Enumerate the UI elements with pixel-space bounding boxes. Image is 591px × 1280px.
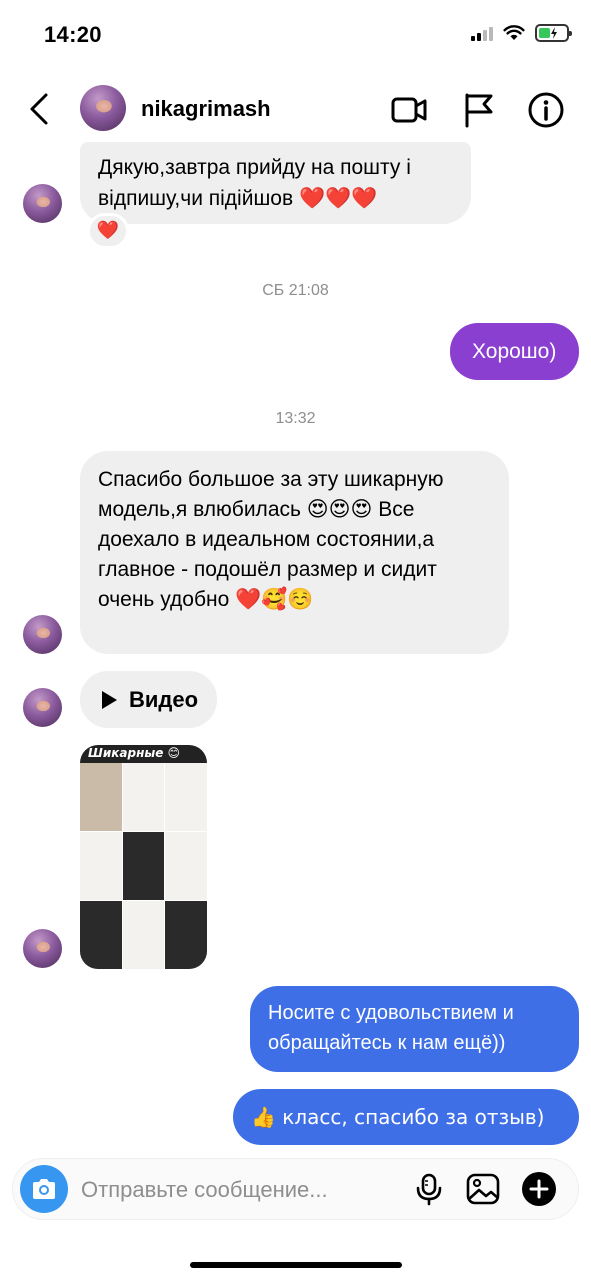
message-text: Спасибо большое за эту шикарную модель,я… [98, 468, 444, 611]
video-label: Видео [129, 686, 199, 712]
video-camera-icon[interactable] [389, 90, 429, 130]
avatar[interactable] [80, 85, 126, 131]
timestamp: 13:32 [275, 410, 316, 427]
message-bubble-outgoing[interactable]: 👍 класс, спасибо за отзыв) [233, 1089, 579, 1145]
shared-story-thumbnail[interactable]: Шикарные 😊 [80, 745, 207, 969]
heart-reaction[interactable]: ❤️ [87, 213, 129, 249]
message-bubble-incoming[interactable]: Дякую,завтра прийду на пошту і відпишу,ч… [80, 142, 471, 224]
video-message[interactable]: Видео [80, 671, 217, 728]
plus-circle-icon[interactable] [521, 1171, 557, 1207]
camera-button[interactable] [20, 1165, 68, 1213]
avatar[interactable] [23, 184, 62, 223]
avatar[interactable] [23, 929, 62, 968]
message-bubble-outgoing[interactable]: Носите с удовольствием и обращайтесь к н… [250, 986, 579, 1072]
status-icons [471, 24, 572, 42]
status-bar: 14:20 [0, 0, 591, 70]
microphone-icon[interactable] [411, 1171, 447, 1207]
timestamp: СБ 21:08 [262, 282, 329, 299]
message-bubble-incoming[interactable]: Спасибо большое за эту шикарную модель,я… [80, 451, 509, 654]
message-text: 👍 класс, спасибо за отзыв) [251, 1105, 545, 1129]
message-text: Носите с удовольствием и обращайтесь к н… [268, 1002, 514, 1054]
avatar[interactable] [23, 688, 62, 727]
chat-username[interactable]: nikagrimash [141, 96, 271, 122]
message-input[interactable] [81, 1177, 381, 1203]
thumbnail-caption: Шикарные 😊 [88, 746, 181, 760]
message-composer [12, 1158, 579, 1220]
info-icon[interactable] [526, 90, 566, 130]
wifi-icon [503, 25, 525, 40]
chevron-left-icon[interactable] [24, 92, 56, 126]
home-indicator[interactable] [190, 1262, 402, 1268]
image-icon[interactable] [465, 1171, 501, 1207]
message-text: Дякую,завтра прийду на пошту і відпишу,ч… [98, 156, 411, 210]
cellular-signal-icon [471, 25, 493, 41]
flag-icon[interactable] [459, 90, 499, 130]
camera-icon [33, 1179, 55, 1199]
message-text: Хорошо) [472, 340, 557, 363]
battery-icon [535, 24, 572, 42]
play-icon [102, 690, 117, 709]
avatar[interactable] [23, 615, 62, 654]
message-bubble-outgoing[interactable]: Хорошо) [450, 323, 579, 380]
thumbnail-image-grid [80, 763, 207, 969]
chat-header: nikagrimash [0, 70, 591, 148]
status-time: 14:20 [44, 22, 102, 47]
